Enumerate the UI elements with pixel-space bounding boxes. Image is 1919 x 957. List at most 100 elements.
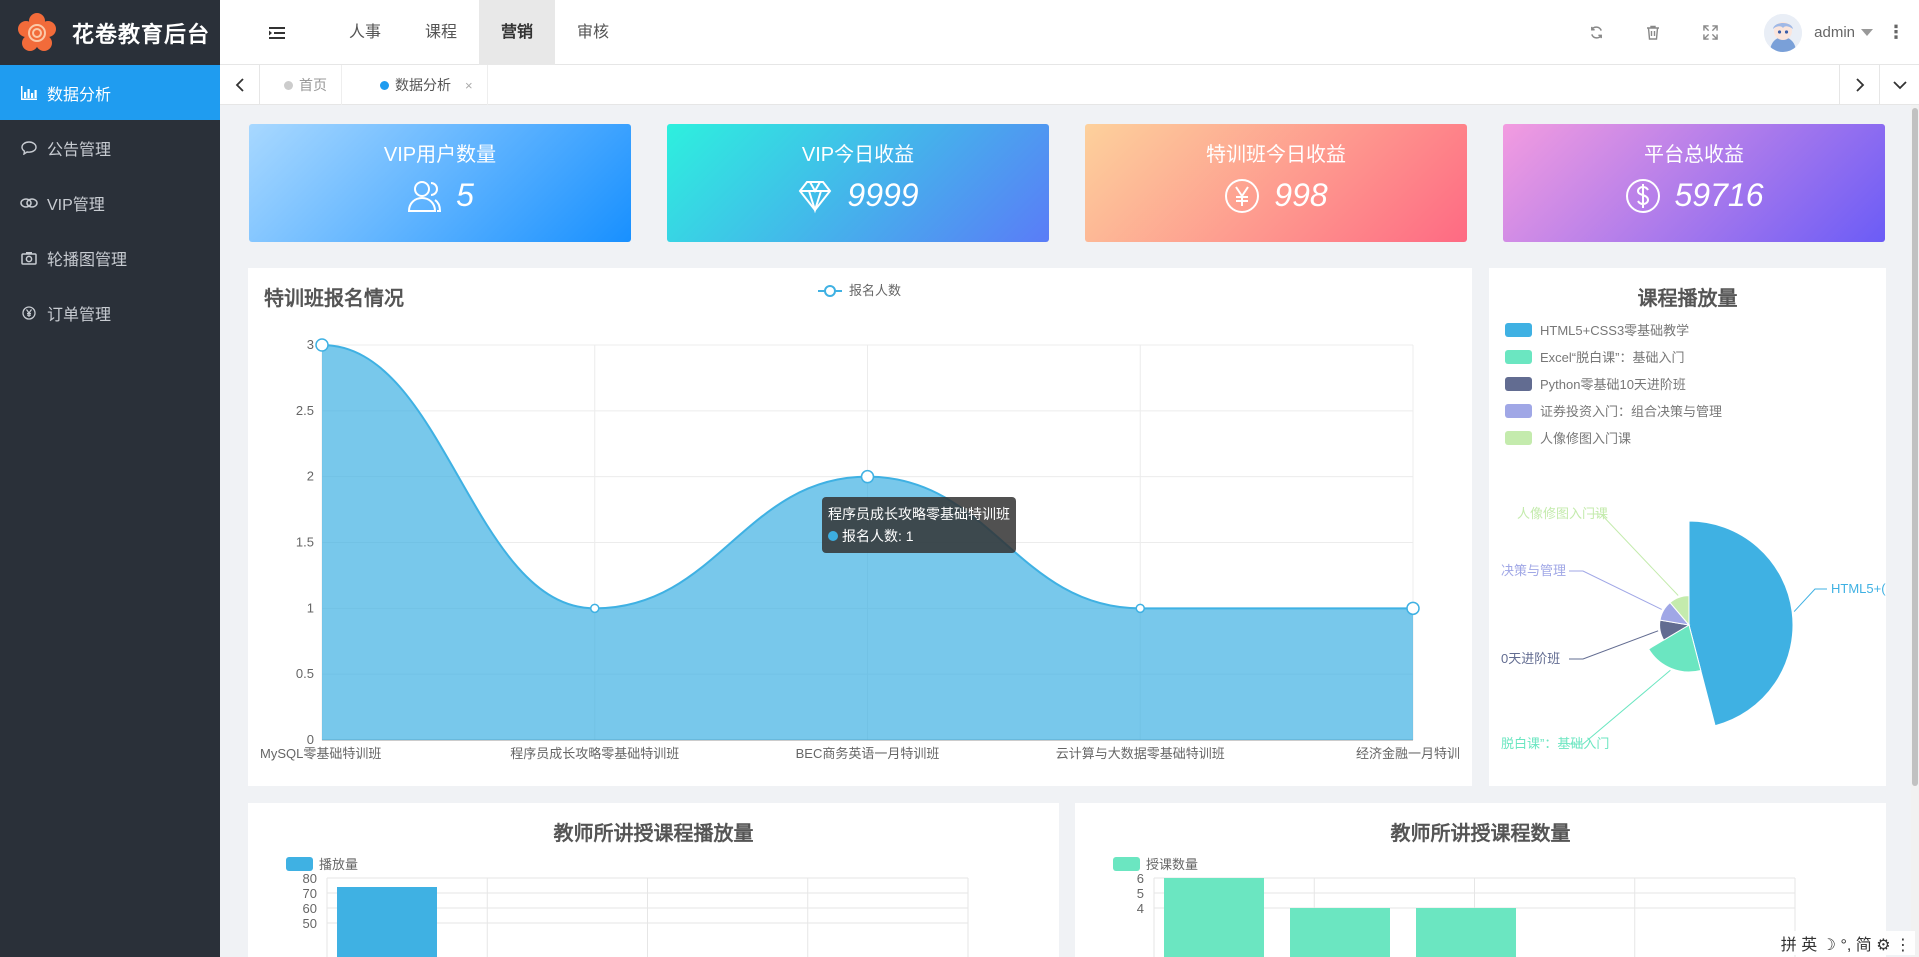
- legend-swatch: [1113, 857, 1140, 871]
- x-tick-label: 云计算与大数据零基础特训班: [1056, 746, 1225, 761]
- avatar[interactable]: [1764, 13, 1803, 52]
- more-vertical-icon[interactable]: ⋮: [1887, 22, 1905, 43]
- y-tick-label: 70: [303, 886, 317, 901]
- sidebar-item-orders[interactable]: 订单管理: [0, 285, 220, 340]
- legend-label: Python零基础10天进阶班: [1540, 377, 1686, 392]
- sidebar-item-carousel[interactable]: 轮播图管理: [0, 230, 220, 285]
- card-value: 998: [1274, 177, 1328, 213]
- y-tick-label: 60: [303, 901, 317, 916]
- tab-marketing[interactable]: 营销: [479, 0, 556, 65]
- flower-logo-icon: [18, 12, 56, 51]
- page-tab-data-analysis[interactable]: 数据分析 ×: [366, 65, 488, 105]
- user-icon: [408, 180, 442, 212]
- card-value: 59716: [1674, 177, 1764, 213]
- user-name[interactable]: admin: [1814, 24, 1855, 41]
- tab-personnel[interactable]: 人事: [327, 0, 403, 65]
- teacher-courses-panel: 教师所讲授课程数量 6 5 4 授课数量: [1075, 803, 1886, 957]
- tabs-menu-button[interactable]: [1879, 65, 1919, 105]
- slice-label: HTML5+(: [1831, 581, 1886, 596]
- legend-swatch: [1505, 350, 1532, 364]
- teacher-courses-bar-chart: 654 授课数量: [1113, 857, 1796, 957]
- nav-tabs: 人事 课程 营销 审核: [327, 0, 631, 65]
- page-tab-label: 首页: [299, 77, 327, 93]
- y-tick-label: 6: [1137, 871, 1144, 886]
- slice-label: 0天进阶班: [1501, 651, 1560, 666]
- label-line: [1569, 630, 1659, 660]
- chevron-left-icon: [235, 78, 244, 92]
- legend-label: 授课数量: [1146, 857, 1198, 872]
- tab-courses[interactable]: 课程: [403, 0, 479, 65]
- legend-swatch: [286, 857, 313, 871]
- page-tab-label: 数据分析: [395, 77, 451, 93]
- diamond-icon: [799, 180, 832, 213]
- card-title: VIP用户数量: [383, 144, 497, 166]
- yen-icon: [20, 304, 38, 322]
- bar-chart-icon: [20, 84, 38, 102]
- legend-label: Excel“脱白课”：基础入门: [1540, 350, 1684, 365]
- slice-label: 决策与管理: [1501, 563, 1566, 578]
- stat-card-vip-users: VIP用户数量 5: [249, 124, 631, 242]
- sidebar-item-vip[interactable]: VIP管理: [0, 175, 220, 230]
- stat-card-total-revenue: 平台总收益 59716: [1503, 124, 1885, 242]
- scrollbar-thumb[interactable]: [1912, 108, 1918, 786]
- refresh-icon[interactable]: [1587, 24, 1605, 42]
- legend-swatch: [1505, 377, 1532, 391]
- card-value: 9999: [847, 177, 919, 213]
- sidebar-item-label: 轮播图管理: [47, 251, 128, 269]
- pie-slice: [1688, 520, 1794, 727]
- sidebar-item-data-analysis[interactable]: 数据分析: [0, 65, 220, 120]
- x-tick-label: MySQL零基础特训班: [260, 746, 381, 761]
- ime-toolbar[interactable]: 拼 英 ☽ °, 简 ⚙ ⋮: [1776, 931, 1915, 955]
- y-tick-label: 80: [303, 871, 317, 886]
- card-value: 5: [456, 177, 474, 213]
- sidebar-item-announcements[interactable]: 公告管理: [0, 120, 220, 175]
- sidebar-item-label: 订单管理: [47, 306, 112, 324]
- legend-label: 人像修图入门课: [1540, 431, 1631, 446]
- x-tick-label: 经济金融一月特训: [1356, 746, 1460, 761]
- tooltip-value: 报名人数: 1: [842, 528, 914, 544]
- course-plays-rose-chart: HTML5+CSS3零基础教学 Excel“脱白课”：基础入门 Python零基础1…: [1501, 323, 1886, 751]
- y-tick-label: 50: [303, 916, 317, 931]
- close-icon[interactable]: ×: [465, 78, 473, 93]
- brand-title: 花卷教育后台: [72, 21, 211, 47]
- trash-icon[interactable]: [1644, 24, 1662, 42]
- x-tick-label: 程序员成长攻略零基础特训班: [510, 746, 679, 761]
- data-point: [860, 469, 875, 484]
- y-tick-label: 2: [307, 469, 314, 484]
- chevron-down-icon[interactable]: [1861, 29, 1873, 36]
- page-tab-home[interactable]: 首页: [270, 65, 342, 105]
- chevron-right-icon: [1855, 78, 1864, 92]
- tab-status-dot: [284, 80, 293, 90]
- y-tick-label: 0.5: [296, 666, 314, 681]
- fullscreen-icon[interactable]: [1701, 24, 1719, 42]
- bar: [1290, 908, 1390, 957]
- scroll-left-button[interactable]: [220, 65, 260, 105]
- brand: 花卷教育后台: [0, 0, 220, 65]
- tab-review[interactable]: 审核: [555, 0, 631, 65]
- top-navbar: 人事 课程 营销 审核 admin ⋮: [220, 0, 1919, 65]
- y-tick-label: 1: [307, 600, 314, 615]
- page-tabs-bar: 首页 数据分析 ×: [220, 65, 1919, 105]
- tooltip-title: 程序员成长攻略零基础特训班: [828, 506, 1010, 522]
- y-tick-label: 1.5: [296, 535, 314, 550]
- teacher-plays-panel: 教师所讲授课程播放量 80 70 60 50 播放量: [248, 803, 1059, 957]
- dollar-circle-icon: [1625, 178, 1660, 213]
- y-tick-label: 0: [307, 732, 314, 747]
- menu-toggle-icon[interactable]: [268, 24, 286, 42]
- y-tick-label: 3: [307, 337, 314, 352]
- label-line: [1569, 669, 1671, 745]
- tab-status-dot: [380, 80, 389, 90]
- y-tick-label: 5: [1137, 886, 1144, 901]
- course-plays-panel: 课程播放量 HTML5+CSS3零基础教学 Excel“脱白课”：基础入门 Pyth…: [1489, 268, 1886, 786]
- legend-label: HTML5+CSS3零基础教学: [1540, 323, 1689, 338]
- legend-swatch: [1505, 404, 1532, 418]
- bar: [337, 887, 437, 957]
- slice-label: 脱白课”：基础入门: [1501, 736, 1609, 751]
- chart-tooltip: 程序员成长攻略零基础特训班 报名人数: 1: [822, 497, 1016, 553]
- legend-label: 证券投资入门：组合决策与管理: [1540, 404, 1722, 419]
- scroll-right-button[interactable]: [1839, 65, 1879, 105]
- sidebar-item-label: 数据分析: [47, 86, 112, 104]
- legend-swatch: [1505, 431, 1532, 445]
- teacher-plays-bar-chart: 80706050 播放量: [286, 857, 969, 957]
- camera-icon: [20, 249, 38, 267]
